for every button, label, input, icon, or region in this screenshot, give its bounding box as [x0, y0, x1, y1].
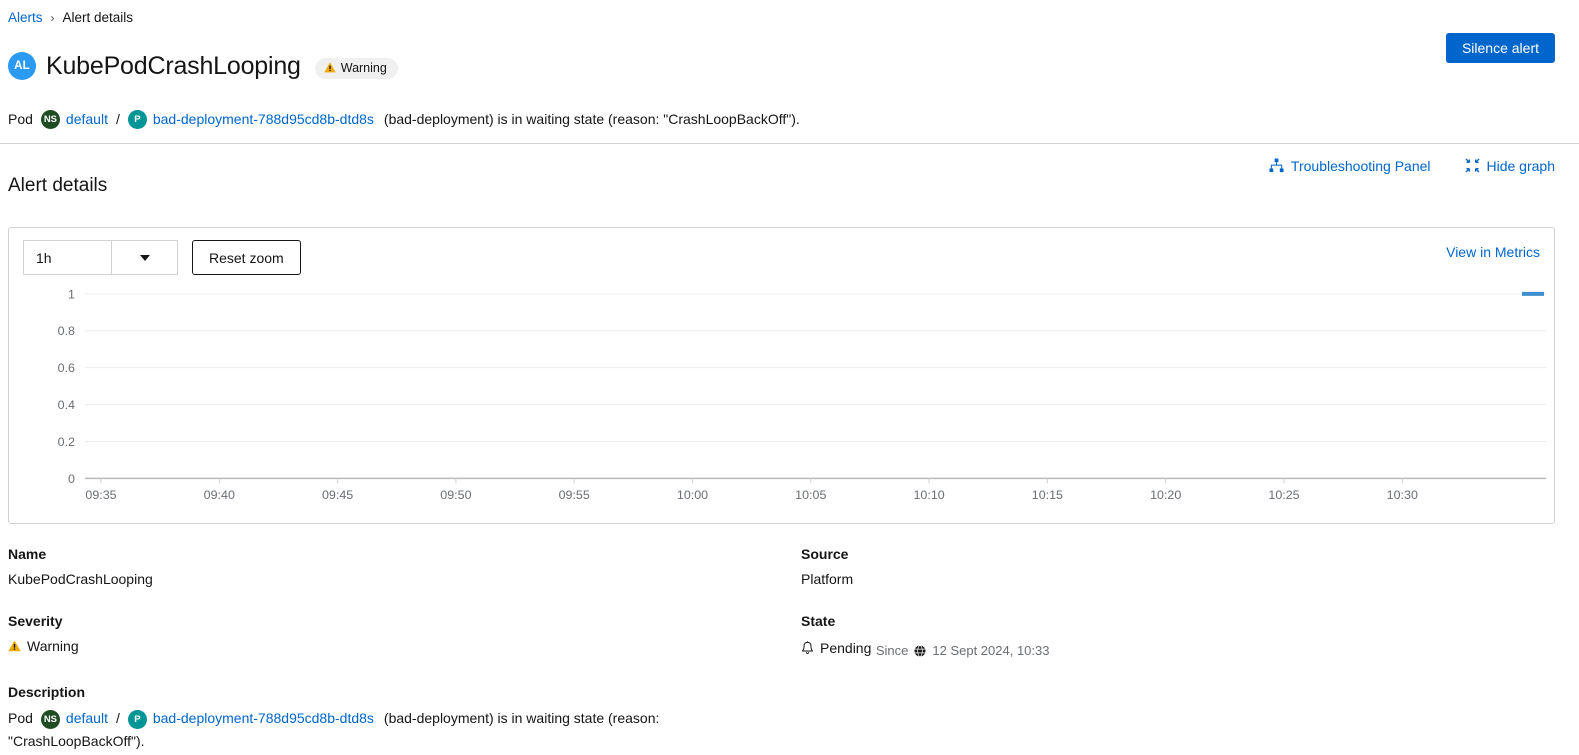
- resource-separator: /: [115, 111, 120, 127]
- field-name-label: Name: [8, 546, 47, 563]
- chart-toolbar: 1h Reset zoom View in Metrics: [9, 228, 1554, 276]
- warning-triangle-icon: [8, 640, 21, 652]
- namespace-badge-icon: NS: [40, 109, 60, 129]
- field-state: State Pending Since 12 Sept 2024, 10:33: [801, 613, 1555, 660]
- troubleshooting-panel-button[interactable]: Troubleshooting Panel: [1269, 158, 1431, 174]
- description-namespace-link[interactable]: default: [66, 710, 108, 726]
- section-title: Alert details: [8, 175, 108, 197]
- alert-graph-card: 1h Reset zoom View in Metrics 0 0.2 0.4 0.6…: [8, 227, 1555, 525]
- pod-link[interactable]: bad-deployment-788d95cd8b-dtd8s: [153, 111, 374, 127]
- chart-gridlines: [85, 293, 1546, 442]
- field-severity: Severity Warning: [8, 613, 801, 660]
- severity-badge-label: Warning: [340, 60, 387, 75]
- time-range-caret[interactable]: [111, 240, 178, 276]
- compress-icon: [1464, 158, 1480, 173]
- warning-triangle-icon: [324, 62, 336, 73]
- resource-kind-label: Pod: [8, 111, 33, 127]
- field-state-label: State: [801, 613, 836, 630]
- x-axis-tick-label: 10:20: [1150, 488, 1181, 502]
- x-axis-tick-label: 10:30: [1387, 488, 1418, 502]
- alert-details-section-header: Alert details Troubleshooting Panel Hide…: [0, 144, 1579, 214]
- description-namespace-badge-icon: NS: [40, 710, 60, 730]
- field-severity-value: Warning: [8, 636, 79, 656]
- field-severity-label: Severity: [8, 613, 63, 630]
- bell-icon: [801, 641, 814, 655]
- x-axis-tick-label: 10:05: [795, 488, 826, 502]
- view-in-metrics-link[interactable]: View in Metrics: [1446, 244, 1540, 260]
- y-axis: 0 0.2 0.4 0.6 0.8 1: [58, 287, 75, 485]
- field-name: Name KubePodCrashLooping: [8, 546, 801, 589]
- troubleshooting-panel-label: Troubleshooting Panel: [1290, 157, 1431, 174]
- pod-badge-icon: P: [127, 109, 147, 129]
- page-header: AL KubePodCrashLooping Warning Silence a…: [0, 25, 1579, 98]
- alert-detail-fields: Name KubePodCrashLooping Source Platform…: [0, 524, 1579, 755]
- hide-graph-button[interactable]: Hide graph: [1464, 157, 1556, 174]
- y-axis-tick-label: 0.6: [58, 361, 75, 375]
- y-axis-tick-label: 0: [68, 472, 75, 486]
- field-name-value: KubePodCrashLooping: [8, 571, 153, 588]
- description-pod-badge-icon: P: [127, 710, 147, 730]
- y-axis-tick-label: 0.8: [58, 324, 75, 338]
- topology-icon: [1269, 158, 1284, 173]
- y-axis-tick-label: 0.2: [58, 435, 75, 449]
- state-since: Since 12 Sept 2024, 10:33: [876, 643, 1050, 658]
- alert-details-page: Alerts › Alert details AL KubePodCrashLo…: [0, 0, 1579, 755]
- time-range-select[interactable]: 1h: [23, 240, 178, 276]
- alert-graph-plot[interactable]: 0 0.2 0.4 0.6 0.8 1 09:35 09:40 09:45 09:50 09:55…: [9, 278, 1554, 523]
- field-source: Source Platform: [801, 546, 1555, 589]
- description-pod-link[interactable]: bad-deployment-788d95cd8b-dtd8s: [153, 710, 374, 726]
- y-axis-tick-label: 1: [68, 287, 75, 301]
- state-text: Pending: [820, 640, 872, 657]
- severity-badge: Warning: [314, 57, 398, 79]
- x-axis-tick-label: 09:55: [559, 488, 590, 502]
- time-range-value[interactable]: 1h: [23, 240, 111, 276]
- y-axis-tick-label: 0.4: [58, 398, 75, 412]
- field-state-value: Pending: [801, 638, 871, 658]
- reset-zoom-button[interactable]: Reset zoom: [192, 240, 301, 276]
- field-description-label: Description: [8, 684, 86, 701]
- chevron-down-icon: [139, 254, 150, 261]
- description-kind-label: Pod: [8, 710, 33, 727]
- field-source-label: Source: [801, 546, 849, 563]
- x-axis: 09:35 09:40 09:45 09:50 09:55 10:00 10:05 10:10…: [85, 477, 1546, 502]
- hide-graph-label: Hide graph: [1486, 157, 1556, 174]
- severity-text: Warning: [27, 638, 79, 655]
- section-actions: Troubleshooting Panel Hide graph: [1269, 158, 1555, 174]
- alert-resource-summary: Pod NS default / P bad-deployment-788d95…: [0, 98, 1579, 129]
- breadcrumb-alerts-link[interactable]: Alerts: [8, 10, 43, 25]
- field-description-value: Pod NS default / Pbad-deployment-788d95cd8b-…: [8, 707, 708, 752]
- x-axis-tick-label: 09:45: [322, 488, 353, 502]
- page-title: KubePodCrashLooping: [46, 51, 301, 80]
- alert-message-text: (bad-deployment) is in waiting state (re…: [383, 111, 800, 127]
- x-axis-tick-label: 09:40: [204, 488, 235, 502]
- field-source-value: Platform: [801, 571, 854, 588]
- since-value: 12 Sept 2024, 10:33: [932, 643, 1050, 659]
- alert-badge-icon: AL: [8, 52, 36, 81]
- x-axis-tick-label: 09:50: [440, 488, 471, 502]
- namespace-link[interactable]: default: [66, 111, 108, 127]
- x-axis-tick-label: 10:15: [1032, 488, 1063, 502]
- field-description: Description Pod NS default / Pbad-deployment…: [8, 684, 1555, 752]
- breadcrumb-separator-icon: ›: [50, 10, 55, 25]
- description-resource-separator: /: [115, 710, 120, 727]
- silence-alert-button[interactable]: Silence alert: [1445, 33, 1555, 63]
- globe-icon: [914, 644, 926, 657]
- alert-firing-line-chart[interactable]: 0 0.2 0.4 0.6 0.8 1 09:35 09:40 09:45 09:50 09:55…: [9, 278, 1554, 523]
- x-axis-tick-label: 10:10: [913, 488, 944, 502]
- breadcrumb-current: Alert details: [62, 10, 134, 25]
- since-label: Since: [875, 643, 909, 659]
- x-axis-tick-label: 10:25: [1268, 488, 1299, 502]
- x-axis-tick-label: 10:00: [677, 488, 708, 502]
- breadcrumb: Alerts › Alert details: [0, 0, 1579, 25]
- x-axis-tick-label: 09:35: [85, 488, 116, 502]
